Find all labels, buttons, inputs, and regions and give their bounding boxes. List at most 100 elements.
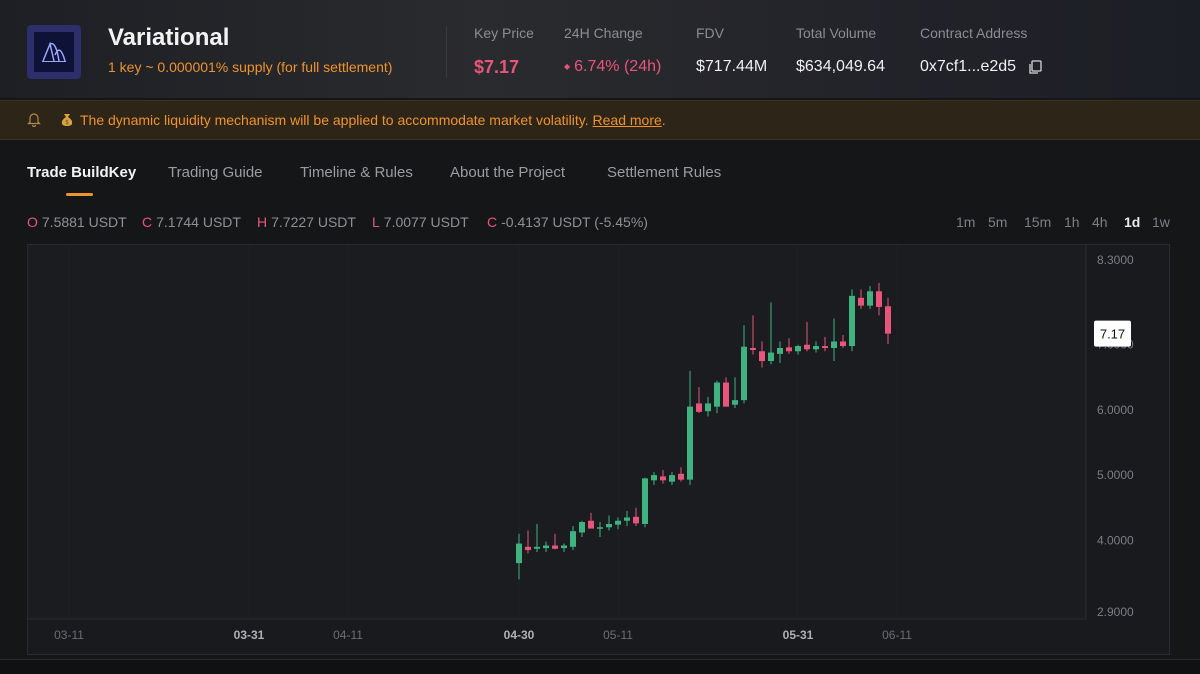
change-value: ◆ 6.74% (24h): [564, 58, 661, 76]
x-tick-label: 05-11: [603, 628, 633, 642]
candle-body: [516, 543, 522, 564]
candle-body: [588, 520, 594, 529]
candle-body: [759, 351, 765, 362]
x-tick-label: 05-31: [783, 628, 814, 642]
notice-banner: $ The dynamic liquidity mechanism will b…: [0, 100, 1200, 140]
header-divider: [446, 26, 447, 78]
timeframe-1m[interactable]: 1m: [956, 214, 975, 230]
read-more-link[interactable]: Read more: [593, 112, 662, 128]
candle-body: [606, 524, 612, 528]
contract-label: Contract Address: [920, 25, 1028, 41]
candle-body: [714, 382, 720, 407]
bell-icon: [27, 113, 41, 127]
fdv-value: $717.44M: [696, 58, 768, 75]
volume-label: Total Volume: [796, 25, 877, 41]
timeframe-1h[interactable]: 1h: [1064, 214, 1080, 230]
ohlc-low: L 7.0077 USDT: [372, 214, 469, 230]
y-tick-label: 5.0000: [1097, 468, 1134, 482]
candle-body: [723, 382, 729, 407]
svg-text:$: $: [65, 119, 69, 126]
notice-text: The dynamic liquidity mechanism will be …: [80, 112, 589, 128]
tab-trade-buildkey[interactable]: Trade BuildKey: [27, 164, 136, 181]
ohlc-open: O 7.5881 USDT: [27, 214, 127, 230]
fdv-label: FDV: [696, 25, 724, 41]
timeframe-1w[interactable]: 1w: [1152, 214, 1170, 230]
plot-area: [28, 245, 1086, 619]
candle-body: [543, 545, 549, 549]
candle-body: [876, 291, 882, 307]
candle-body: [660, 476, 666, 481]
key-price-label: Key Price: [474, 25, 534, 41]
candle-body: [669, 475, 675, 482]
supply-note: 1 key ~ 0.000001% supply (for full settl…: [108, 59, 393, 75]
ohlc-close: C 7.1744 USDT: [142, 214, 241, 230]
y-tick-label: 2.9000: [1097, 605, 1134, 619]
candle-body: [813, 346, 819, 350]
token-name: Variational: [108, 24, 230, 51]
x-tick-label: 04-11: [333, 628, 363, 642]
tab-settlement-rules[interactable]: Settlement Rules: [607, 164, 721, 181]
x-tick-label: 03-11: [54, 628, 84, 642]
timeframe-1d[interactable]: 1d: [1124, 214, 1140, 230]
waveform-icon: [42, 41, 66, 62]
timeframe-4h[interactable]: 4h: [1092, 214, 1108, 230]
candle-body: [867, 291, 873, 306]
key-price-value: $7.17: [474, 57, 520, 77]
down-arrow-icon: ◆: [564, 62, 571, 72]
active-tab-indicator: [66, 193, 93, 196]
candle-body: [651, 475, 657, 481]
timeframe-5m[interactable]: 5m: [988, 214, 1007, 230]
notice-message: The dynamic liquidity mechanism will be …: [80, 112, 666, 128]
candle-body: [525, 546, 531, 551]
candle-body: [804, 344, 810, 350]
ohlc-open-key: O: [27, 214, 38, 230]
ohlc-high-key: H: [257, 214, 268, 230]
x-tick-label: 04-30: [504, 628, 535, 642]
candle-body: [858, 297, 864, 306]
y-tick-label: 8.3000: [1097, 253, 1134, 267]
ohlc-high-value: 7.7227 USDT: [271, 214, 356, 230]
change-label: 24H Change: [564, 25, 643, 41]
candle-body: [642, 478, 648, 524]
x-tick-label: 03-31: [234, 628, 265, 642]
tab-trading-guide[interactable]: Trading Guide: [168, 164, 263, 181]
candle-body: [561, 545, 567, 549]
candle-body: [579, 522, 585, 533]
candle-body: [696, 403, 702, 412]
y-tick-label: 4.0000: [1097, 533, 1134, 547]
candle-body: [741, 346, 747, 401]
candle-body: [831, 341, 837, 348]
ohlc-change-key: C: [487, 214, 498, 230]
tab-about-project[interactable]: About the Project: [450, 164, 565, 181]
ohlc-open-value: 7.5881 USDT: [41, 214, 127, 230]
ohlc-low-key: L: [372, 214, 380, 230]
ohlc-close-value: 7.1744 USDT: [156, 214, 241, 230]
candle-body: [768, 352, 774, 362]
candle-body: [750, 348, 756, 350]
candle-body: [552, 545, 558, 549]
candle-body: [615, 520, 621, 525]
bottom-bar: [0, 659, 1200, 674]
x-tick-label: 06-11: [882, 628, 912, 642]
candle-body: [678, 473, 684, 480]
change-text: 6.74% (24h): [574, 58, 662, 75]
tab-timeline-rules[interactable]: Timeline & Rules: [300, 164, 413, 181]
candlestick-chart[interactable]: 8.30007.00006.00005.00004.00002.900003-1…: [28, 245, 1169, 654]
price-chart[interactable]: 8.30007.00006.00005.00004.00002.900003-1…: [27, 244, 1170, 655]
candle-body: [705, 403, 711, 412]
ohlc-change: C -0.4137 USDT (-5.45%): [487, 214, 648, 230]
ohlc-close-key: C: [142, 214, 153, 230]
candle-body: [570, 531, 576, 547]
copy-icon[interactable]: [1028, 60, 1042, 75]
candle-body: [849, 295, 855, 347]
timeframe-15m[interactable]: 15m: [1024, 214, 1051, 230]
token-header: Variational 1 key ~ 0.000001% supply (fo…: [0, 0, 1200, 98]
candle-body: [786, 347, 792, 352]
candle-body: [885, 306, 891, 334]
token-logo: [27, 25, 81, 79]
y-tick-label: 6.0000: [1097, 403, 1134, 417]
candle-body: [822, 346, 828, 348]
contract-value: 0x7cf1...e2d5: [920, 58, 1017, 75]
ohlc-low-value: 7.0077 USDT: [383, 214, 469, 230]
candle-body: [777, 348, 783, 354]
